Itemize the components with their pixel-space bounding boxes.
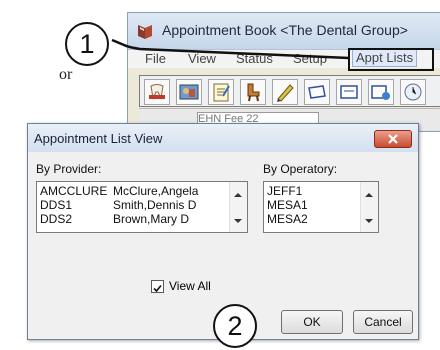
operatory-name: JEFF1 xyxy=(267,184,303,198)
provider-name: McClure,Angela xyxy=(113,184,199,198)
close-button[interactable] xyxy=(374,130,412,148)
operatory-list-scrollbar[interactable] xyxy=(360,182,378,232)
view-all-label: View All xyxy=(169,279,211,293)
by-operatory-label: By Operatory: xyxy=(263,162,338,176)
scroll-up-icon[interactable] xyxy=(234,193,242,197)
callout-1-highlight-box xyxy=(348,48,434,71)
callout-1-badge: 1 xyxy=(65,22,109,66)
callout-2-badge: 2 xyxy=(213,304,257,348)
list-item[interactable]: DDS1 Smith,Dennis D xyxy=(37,198,247,212)
operatory-list[interactable]: JEFF1 MESA1 MESA2 xyxy=(263,181,379,233)
scroll-down-icon[interactable] xyxy=(234,219,242,223)
checkmark-icon xyxy=(153,284,162,293)
provider-code: DDS2 xyxy=(40,212,73,226)
provider-list[interactable]: AMCCLURE McClure,Angela DDS1 Smith,Denni… xyxy=(36,181,248,233)
cancel-button[interactable]: Cancel xyxy=(353,310,413,334)
scroll-down-icon[interactable] xyxy=(365,219,373,223)
close-icon xyxy=(388,134,398,144)
provider-list-scrollbar[interactable] xyxy=(229,182,247,232)
list-item[interactable]: DDS2 Brown,Mary D xyxy=(37,212,247,226)
scroll-up-icon[interactable] xyxy=(365,193,373,197)
by-provider-label: By Provider: xyxy=(36,162,102,176)
ok-button[interactable]: OK xyxy=(281,310,343,334)
operatory-name: MESA1 xyxy=(267,198,308,212)
operatory-name: MESA2 xyxy=(267,212,308,226)
dialog-title: Appointment List View xyxy=(34,131,163,146)
provider-name: Brown,Mary D xyxy=(113,212,190,226)
dialog-titlebar: Appointment List View xyxy=(28,124,418,152)
provider-code: DDS1 xyxy=(40,198,73,212)
view-all-checkbox[interactable] xyxy=(151,280,164,293)
provider-code: AMCCLURE xyxy=(40,184,108,198)
provider-name: Smith,Dennis D xyxy=(113,198,197,212)
list-item[interactable]: AMCCLURE McClure,Angela xyxy=(37,184,247,198)
